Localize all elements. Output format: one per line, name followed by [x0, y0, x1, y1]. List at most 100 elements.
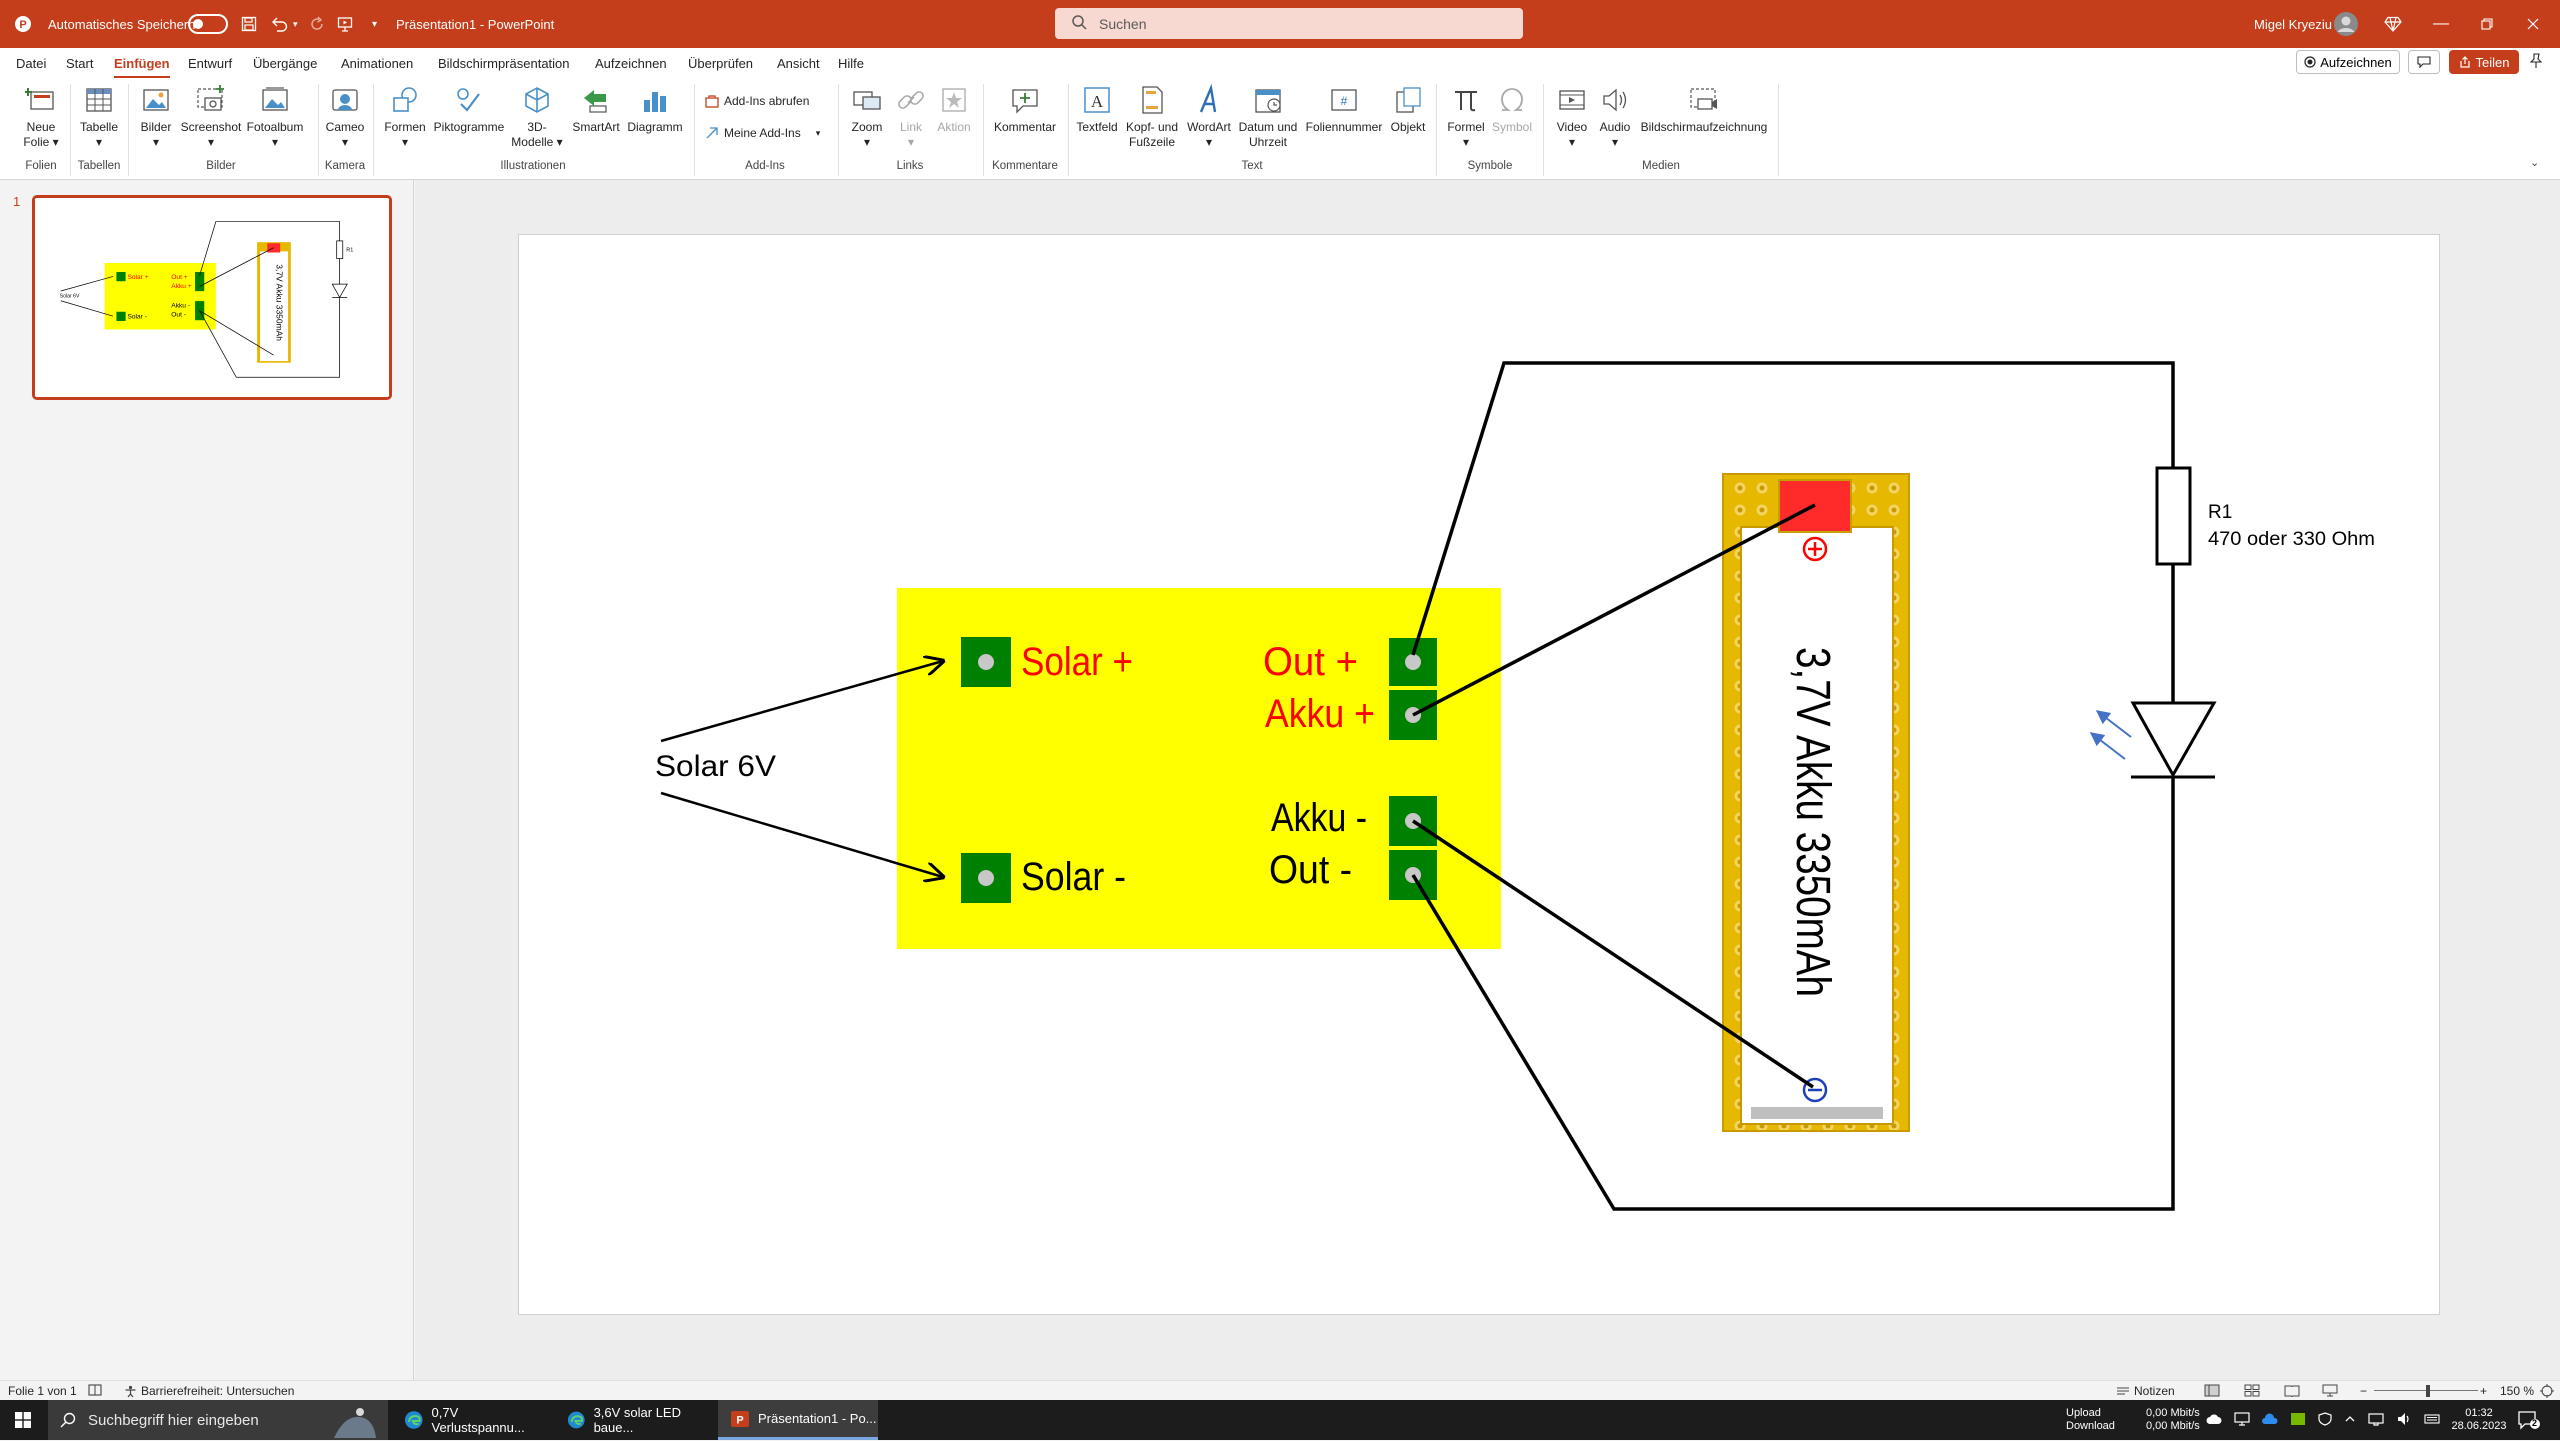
battery-label[interactable]: 3,7V Akku 3350mAh: [1786, 647, 1839, 997]
taskbar-edge-window-2[interactable]: 3,6V solar LED baue...: [555, 1400, 715, 1440]
label-solar-minus[interactable]: Solar -: [1021, 855, 1126, 899]
date-time-button[interactable]: Datum und Uhrzeit: [1236, 84, 1300, 150]
new-slide-button[interactable]: Neue Folie ▾: [20, 84, 62, 150]
slide-number-button[interactable]: # Foliennummer: [1303, 84, 1385, 135]
audio-button[interactable]: Audio ▾: [1595, 84, 1635, 150]
screenshot-button[interactable]: Screenshot ▾: [180, 84, 242, 150]
reading-view-icon[interactable]: [2284, 1384, 2300, 1400]
zoom-out-button[interactable]: −: [2360, 1384, 2367, 1398]
zoom-in-button[interactable]: +: [2480, 1384, 2487, 1398]
tab-animationen[interactable]: Animationen: [341, 56, 413, 71]
equation-button[interactable]: Formel ▾: [1445, 84, 1487, 150]
slideshow-view-icon[interactable]: [2322, 1384, 2338, 1400]
zoom-button[interactable]: Zoom ▾: [845, 84, 889, 150]
label-solar-plus[interactable]: Solar +: [1021, 640, 1133, 684]
screen-recording-button[interactable]: Bildschirmaufzeichnung: [1638, 84, 1770, 135]
collapse-ribbon-icon[interactable]: ⌄: [2530, 156, 2539, 169]
record-button[interactable]: Aufzeichnen: [2296, 50, 2400, 74]
close-icon[interactable]: [2527, 0, 2539, 48]
resistor-r1[interactable]: [2155, 466, 2192, 566]
textbox-button[interactable]: A Textfeld: [1075, 84, 1119, 135]
network-icon[interactable]: [2368, 1412, 2384, 1426]
clock[interactable]: 01:32 28.06.2023: [2444, 1400, 2514, 1440]
slide-info[interactable]: Folie 1 von 1: [8, 1384, 77, 1398]
smartart-button[interactable]: SmartArt: [569, 84, 623, 135]
tab-hilfe[interactable]: Hilfe: [838, 56, 864, 71]
slide-sorter-icon[interactable]: [2244, 1384, 2260, 1400]
accessibility-checker[interactable]: Barrierefreiheit: Untersuchen: [124, 1384, 294, 1398]
spellcheck-icon[interactable]: [88, 1384, 102, 1399]
nvidia-icon[interactable]: [2290, 1412, 2306, 1426]
label-akku-plus[interactable]: Akku +: [1265, 692, 1375, 736]
windows-start-icon[interactable]: [15, 1412, 31, 1431]
object-button[interactable]: Objekt: [1388, 84, 1428, 135]
avatar[interactable]: [2333, 0, 2359, 48]
wordart-button[interactable]: WordArt ▾: [1184, 83, 1234, 150]
video-button[interactable]: Video ▾: [1552, 84, 1592, 150]
label-akku-minus[interactable]: Akku -: [1271, 796, 1367, 840]
tab-uebergaenge[interactable]: Übergänge: [253, 56, 317, 71]
link-button[interactable]: Link ▾: [891, 84, 931, 150]
normal-view-icon[interactable]: [2204, 1384, 2220, 1400]
tab-datei[interactable]: Datei: [16, 56, 46, 71]
minimize-icon[interactable]: —: [2433, 0, 2449, 48]
tab-aufzeichnen[interactable]: Aufzeichnen: [595, 56, 667, 71]
zoom-slider-thumb[interactable]: [2426, 1385, 2430, 1397]
icons-button[interactable]: Piktogramme: [432, 84, 506, 135]
fit-to-window-icon[interactable]: [2540, 1384, 2554, 1401]
premium-diamond-icon[interactable]: [2384, 0, 2402, 48]
shield-icon[interactable]: [2318, 1412, 2332, 1426]
tab-entwurf[interactable]: Entwurf: [188, 56, 232, 71]
taskbar-powerpoint-window[interactable]: P Präsentation1 - Po...: [718, 1400, 878, 1440]
volume-icon[interactable]: [2396, 1412, 2412, 1426]
taskbar-edge-window-1[interactable]: 0,7V Verlustspannu...: [392, 1400, 552, 1440]
search-input[interactable]: Suchen: [1055, 8, 1523, 39]
chart-button[interactable]: Diagramm: [626, 84, 684, 135]
cloud-icon[interactable]: [2206, 1412, 2222, 1426]
share-button[interactable]: Teilen: [2449, 50, 2519, 74]
onedrive-icon[interactable]: [2262, 1412, 2278, 1426]
action-button[interactable]: Aktion: [934, 84, 974, 135]
led-symbol[interactable]: [2130, 701, 2217, 779]
tab-start[interactable]: Start: [66, 56, 93, 71]
resistor-value[interactable]: 470 oder 330 Ohm: [2208, 529, 2375, 550]
undo-icon[interactable]: [271, 0, 289, 48]
user-name[interactable]: Migel Kryeziu: [2254, 0, 2332, 48]
tab-ueberpruefen[interactable]: Überprüfen: [688, 56, 753, 71]
slide-canvas[interactable]: Solar + Solar - Out + Akku + Akku - Out …: [518, 234, 2440, 1315]
comment-button[interactable]: Kommentar: [990, 84, 1060, 135]
shapes-button[interactable]: Formen ▾: [381, 84, 429, 150]
zoom-level[interactable]: 150 %: [2500, 1384, 2534, 1398]
chevron-up-icon[interactable]: [2344, 1413, 2356, 1425]
my-addins-button[interactable]: Meine Add-Ins ▾: [705, 126, 820, 140]
autosave-toggle[interactable]: [188, 0, 228, 48]
tab-einfuegen[interactable]: Einfügen: [114, 56, 170, 79]
notes-button[interactable]: Notizen: [2116, 1384, 2175, 1398]
save-icon[interactable]: [241, 0, 257, 48]
tab-bildschirmpraesentation[interactable]: Bildschirmpräsentation: [438, 56, 570, 71]
pictures-button[interactable]: Bilder ▾: [136, 84, 176, 150]
customize-toolbar-icon[interactable]: ▾: [372, 0, 377, 48]
label-out-minus[interactable]: Out -: [1269, 848, 1352, 892]
taskbar-search-highlight-icon[interactable]: [324, 1404, 384, 1441]
label-out-plus[interactable]: Out +: [1263, 640, 1358, 684]
tab-ansicht[interactable]: Ansicht: [777, 56, 820, 71]
cameo-button[interactable]: Cameo ▾: [325, 84, 365, 150]
resistor-name[interactable]: R1: [2208, 502, 2232, 523]
symbol-button[interactable]: Symbol: [1490, 84, 1534, 135]
table-button[interactable]: Tabelle ▾: [78, 84, 120, 150]
label-solar-input[interactable]: Solar 6V: [655, 750, 776, 783]
keyboard-icon[interactable]: [2424, 1412, 2440, 1426]
photo-album-button[interactable]: Fotoalbum ▾: [245, 84, 305, 150]
redo-icon[interactable]: [309, 0, 325, 48]
undo-dropdown-icon[interactable]: ▾: [293, 0, 298, 48]
display-icon[interactable]: [2234, 1412, 2250, 1426]
3d-models-button[interactable]: 3D- Modelle ▾: [510, 84, 564, 150]
header-footer-button[interactable]: Kopf- und Fußzeile: [1122, 84, 1182, 150]
comments-button[interactable]: [2408, 50, 2440, 74]
slide-thumbnail[interactable]: Solar + Solar - Out + Akku + Akku - Out …: [32, 195, 392, 400]
notification-center-icon[interactable]: 2: [2518, 1410, 2540, 1433]
pin-icon[interactable]: [2528, 53, 2544, 74]
get-addins-button[interactable]: Add-Ins abrufen: [705, 94, 809, 108]
present-from-start-icon[interactable]: [337, 0, 353, 48]
